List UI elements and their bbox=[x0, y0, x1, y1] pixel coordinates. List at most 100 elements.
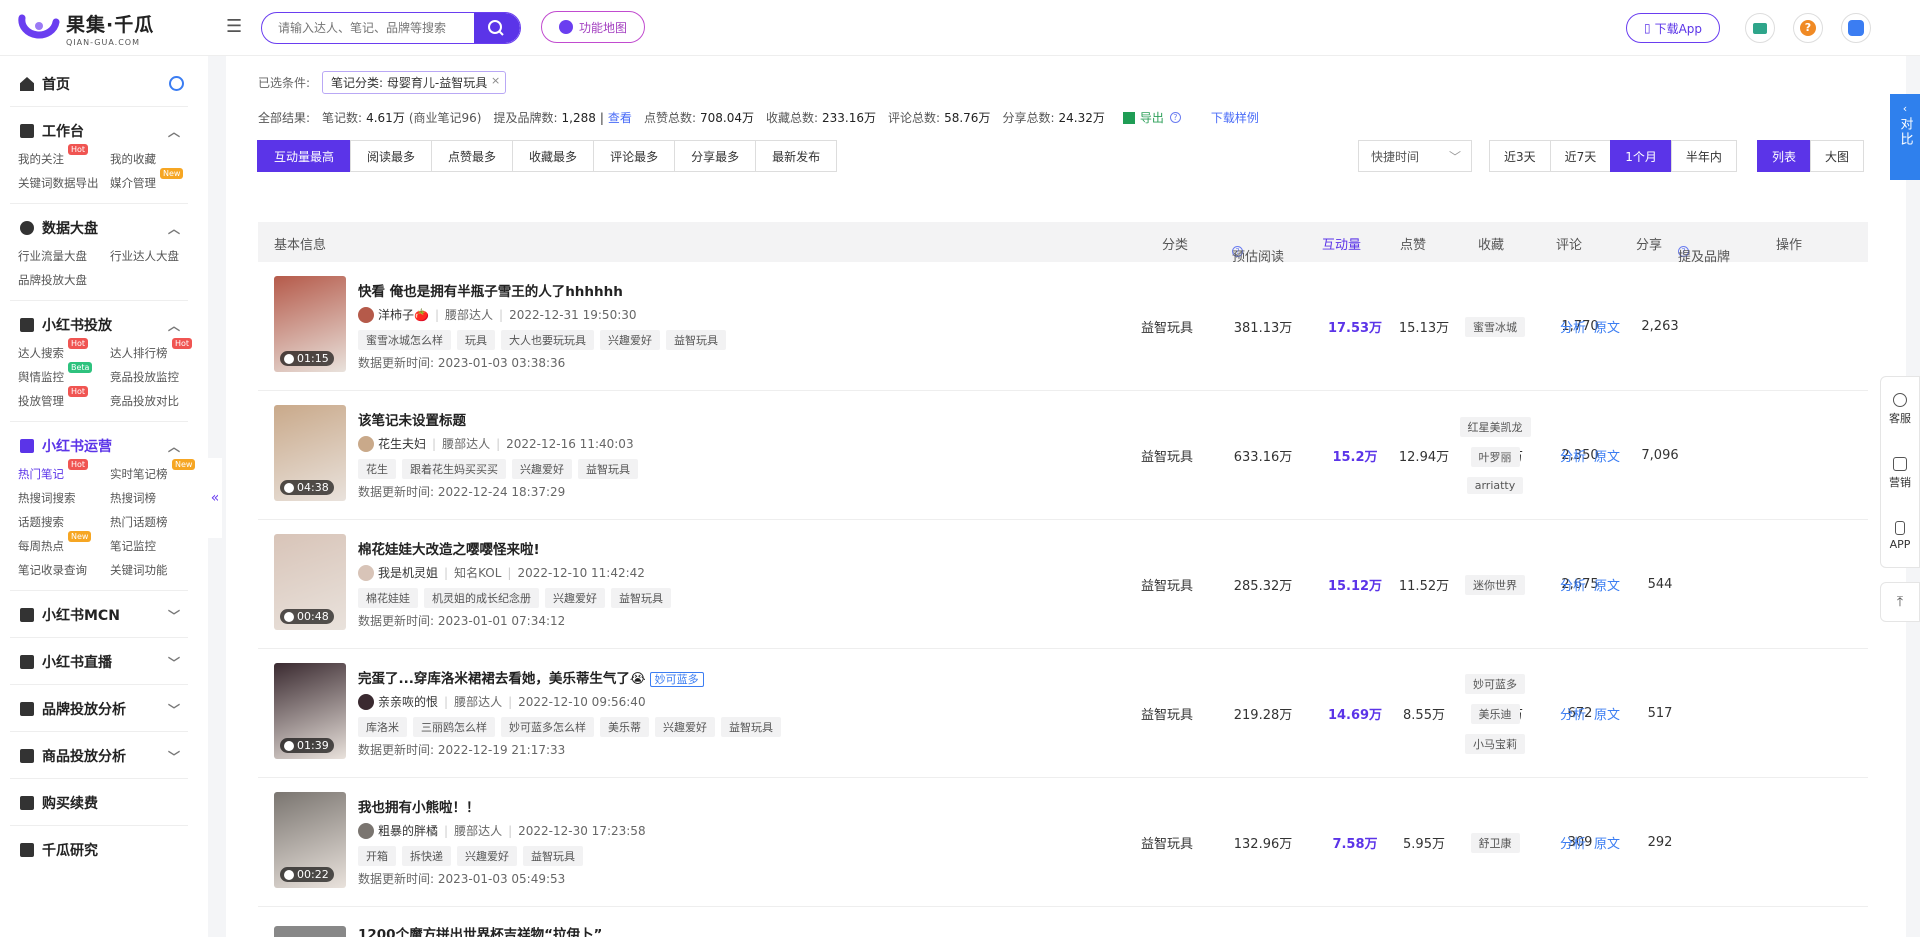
marketing-button[interactable]: 营销 bbox=[1889, 456, 1911, 490]
brand-chip[interactable]: 迷你世界 bbox=[1465, 574, 1525, 595]
export-button[interactable]: 导出 bbox=[1122, 109, 1164, 126]
sidebar-item-competitor-compare[interactable]: 竞品投放对比 bbox=[110, 393, 202, 409]
brand-chip[interactable]: 舒卫康 bbox=[1470, 832, 1520, 853]
download-sample-link[interactable]: 下载样例 bbox=[1211, 109, 1259, 126]
note-tag[interactable]: 美乐蒂 bbox=[600, 717, 649, 737]
author-name[interactable]: 粗暴的胖橘 bbox=[378, 822, 438, 839]
sidebar-item-kol-search[interactable]: 达人搜索 Hot bbox=[18, 338, 110, 361]
sort-tab-likes[interactable]: 点赞最多 bbox=[431, 140, 514, 172]
note-tag[interactable]: 花生 bbox=[358, 459, 396, 479]
note-tag[interactable]: 玩具 bbox=[457, 330, 495, 350]
range-7d[interactable]: 近7天 bbox=[1549, 140, 1612, 172]
note-tag[interactable]: 兴趣爱好 bbox=[600, 330, 660, 350]
sidebar-item-note-index[interactable]: 笔记收录查询 bbox=[18, 562, 110, 578]
avatar[interactable] bbox=[358, 435, 374, 452]
view-grid[interactable]: 大图 bbox=[1810, 140, 1865, 172]
note-tag[interactable]: 兴趣爱好 bbox=[512, 459, 572, 479]
range-1m[interactable]: 1个月 bbox=[1610, 140, 1672, 172]
original-link[interactable]: 原文 bbox=[1594, 833, 1620, 852]
sidebar-section-dashboard[interactable]: 数据大盘 ︿ bbox=[0, 208, 208, 248]
note-title[interactable]: 我也拥有小熊啦！！ bbox=[358, 796, 480, 816]
help-button[interactable]: ? bbox=[1793, 13, 1823, 43]
brand-chip[interactable]: arriatty bbox=[1466, 477, 1524, 494]
note-tag[interactable]: 库洛米 bbox=[358, 717, 407, 737]
sidebar-section-workbench[interactable]: 工作台 ︿ bbox=[0, 111, 208, 151]
sidebar-item-note-monitor[interactable]: 笔记监控 bbox=[110, 538, 202, 554]
header-shares[interactable]: 分享 bbox=[1636, 234, 1662, 253]
brand-chip[interactable]: 美乐迪 bbox=[1470, 703, 1520, 724]
note-tag[interactable]: 益智玩具 bbox=[523, 846, 583, 866]
sidebar-item-keyword-func[interactable]: 关键词功能 bbox=[110, 562, 202, 578]
sidebar-item-industry-traffic[interactable]: 行业流量大盘 bbox=[18, 248, 110, 264]
logo[interactable]: 果集·千瓜 QIAN-GUA.COM bbox=[18, 10, 154, 47]
sidebar-item-sentiment[interactable]: 舆情监控 Beta bbox=[18, 362, 110, 385]
search-input[interactable] bbox=[262, 13, 472, 43]
sidebar-item-competitor-monitor[interactable]: 竞品投放监控 bbox=[110, 369, 202, 385]
header-category[interactable]: 分类 bbox=[1162, 234, 1188, 253]
note-tag[interactable]: 开箱 bbox=[358, 846, 396, 866]
note-tag[interactable]: 棉花娃娃 bbox=[358, 588, 418, 608]
brand-chip[interactable]: 妙可蓝多 bbox=[1465, 673, 1525, 694]
sidebar-item-brand-dashboard[interactable]: 品牌投放大盘 bbox=[18, 272, 110, 288]
sidebar-item-keyword-export[interactable]: 关键词数据导出 bbox=[18, 175, 110, 191]
note-title[interactable]: 快看 俺也是拥有半瓶子雪王的人了hhhhhh bbox=[358, 280, 623, 300]
note-title[interactable]: 完蛋了...穿库洛米裙裙去看她，美乐蒂生气了😭 妙可蓝多 bbox=[358, 667, 704, 687]
note-thumbnail[interactable]: 01:15 bbox=[274, 276, 346, 372]
original-link[interactable]: 原文 bbox=[1594, 704, 1620, 723]
sidebar-item-my-follow[interactable]: 我的关注 Hot bbox=[18, 144, 110, 167]
avatar[interactable] bbox=[358, 822, 374, 839]
sort-tab-interaction[interactable]: 互动量最高 bbox=[257, 140, 352, 172]
back-to-top-button[interactable]: ⤒ bbox=[1880, 582, 1920, 622]
original-link[interactable]: 原文 bbox=[1594, 446, 1620, 465]
avatar[interactable] bbox=[358, 564, 374, 581]
sidebar-item-hot-search-rank[interactable]: 热搜词榜 bbox=[110, 490, 202, 506]
sidebar-item-realtime-rank[interactable]: 实时笔记榜 New bbox=[110, 459, 202, 482]
sidebar-item-industry-kol[interactable]: 行业达人大盘 bbox=[110, 248, 202, 264]
sidebar-item-hot-search[interactable]: 热搜词搜索 bbox=[18, 490, 110, 506]
note-tag[interactable]: 蜜雪冰城怎么样 bbox=[358, 330, 451, 350]
note-tag[interactable]: 益智玩具 bbox=[611, 588, 671, 608]
analyze-link[interactable]: 分析 bbox=[1560, 704, 1586, 723]
header-interact[interactable]: 互动量 bbox=[1322, 234, 1361, 253]
note-tag[interactable]: 大人也要玩玩具 bbox=[501, 330, 594, 350]
note-tag[interactable]: 益智玩具 bbox=[578, 459, 638, 479]
author-name[interactable]: 洋柿子🍅 bbox=[378, 306, 429, 323]
avatar[interactable] bbox=[358, 306, 374, 323]
avatar[interactable] bbox=[358, 693, 374, 710]
compare-tab[interactable]: ‹ 对比 bbox=[1890, 94, 1920, 180]
customer-service-button[interactable]: 客服 bbox=[1889, 392, 1911, 426]
note-tag[interactable]: 跟着花生妈买买买 bbox=[402, 459, 506, 479]
note-tag[interactable]: 益智玩具 bbox=[721, 717, 781, 737]
analyze-link[interactable]: 分析 bbox=[1560, 575, 1586, 594]
header-likes[interactable]: 点赞 bbox=[1400, 234, 1426, 253]
brand-tag[interactable]: 妙可蓝多 bbox=[649, 672, 704, 687]
analyze-link[interactable]: 分析 bbox=[1560, 317, 1586, 336]
sidebar-item-hot-notes[interactable]: 热门笔记 Hot bbox=[18, 459, 110, 482]
author-name[interactable]: 我是机灵姐 bbox=[378, 564, 438, 581]
close-icon[interactable]: × bbox=[491, 74, 500, 87]
note-tag[interactable]: 三丽鸥怎么样 bbox=[413, 717, 495, 737]
download-app-button[interactable]: ▯ 下载App bbox=[1626, 13, 1720, 43]
sort-tab-shares[interactable]: 分享最多 bbox=[674, 140, 757, 172]
sidebar-item-topic-search[interactable]: 话题搜索 bbox=[18, 514, 110, 530]
analyze-link[interactable]: 分析 bbox=[1560, 833, 1586, 852]
analyze-link[interactable]: 分析 bbox=[1560, 446, 1586, 465]
author-name[interactable]: 花生夫妇 bbox=[378, 435, 426, 452]
app-button[interactable]: APP bbox=[1890, 521, 1910, 551]
note-thumbnail[interactable]: 00:48 bbox=[274, 534, 346, 630]
sidebar-item-research[interactable]: 千瓜研究 bbox=[0, 830, 208, 870]
briefcase-button[interactable] bbox=[1745, 13, 1775, 43]
view-list[interactable]: 列表 bbox=[1757, 140, 1812, 172]
sidebar-item-topic-rank[interactable]: 热门话题榜 bbox=[110, 514, 202, 530]
sort-tab-reads[interactable]: 阅读最多 bbox=[350, 140, 433, 172]
sidebar-item-media-manage[interactable]: 媒介管理 New bbox=[110, 168, 202, 191]
sidebar-item-weekly-hot[interactable]: 每周热点 New bbox=[18, 531, 110, 554]
view-brands-link[interactable]: 查看 bbox=[608, 109, 632, 126]
sidebar-item-delivery-manage[interactable]: 投放管理 Hot bbox=[18, 386, 110, 409]
message-button[interactable] bbox=[1841, 13, 1871, 43]
note-title[interactable]: 该笔记未设置标题 bbox=[358, 409, 466, 429]
sort-tab-collects[interactable]: 收藏最多 bbox=[512, 140, 595, 172]
note-tag[interactable]: 妙可蓝多怎么样 bbox=[501, 717, 594, 737]
sidebar-section-xhs-live[interactable]: 小红书直播 ﹀ bbox=[0, 642, 208, 682]
sidebar-section-xhs-mcn[interactable]: 小红书MCN ﹀ bbox=[0, 595, 208, 635]
